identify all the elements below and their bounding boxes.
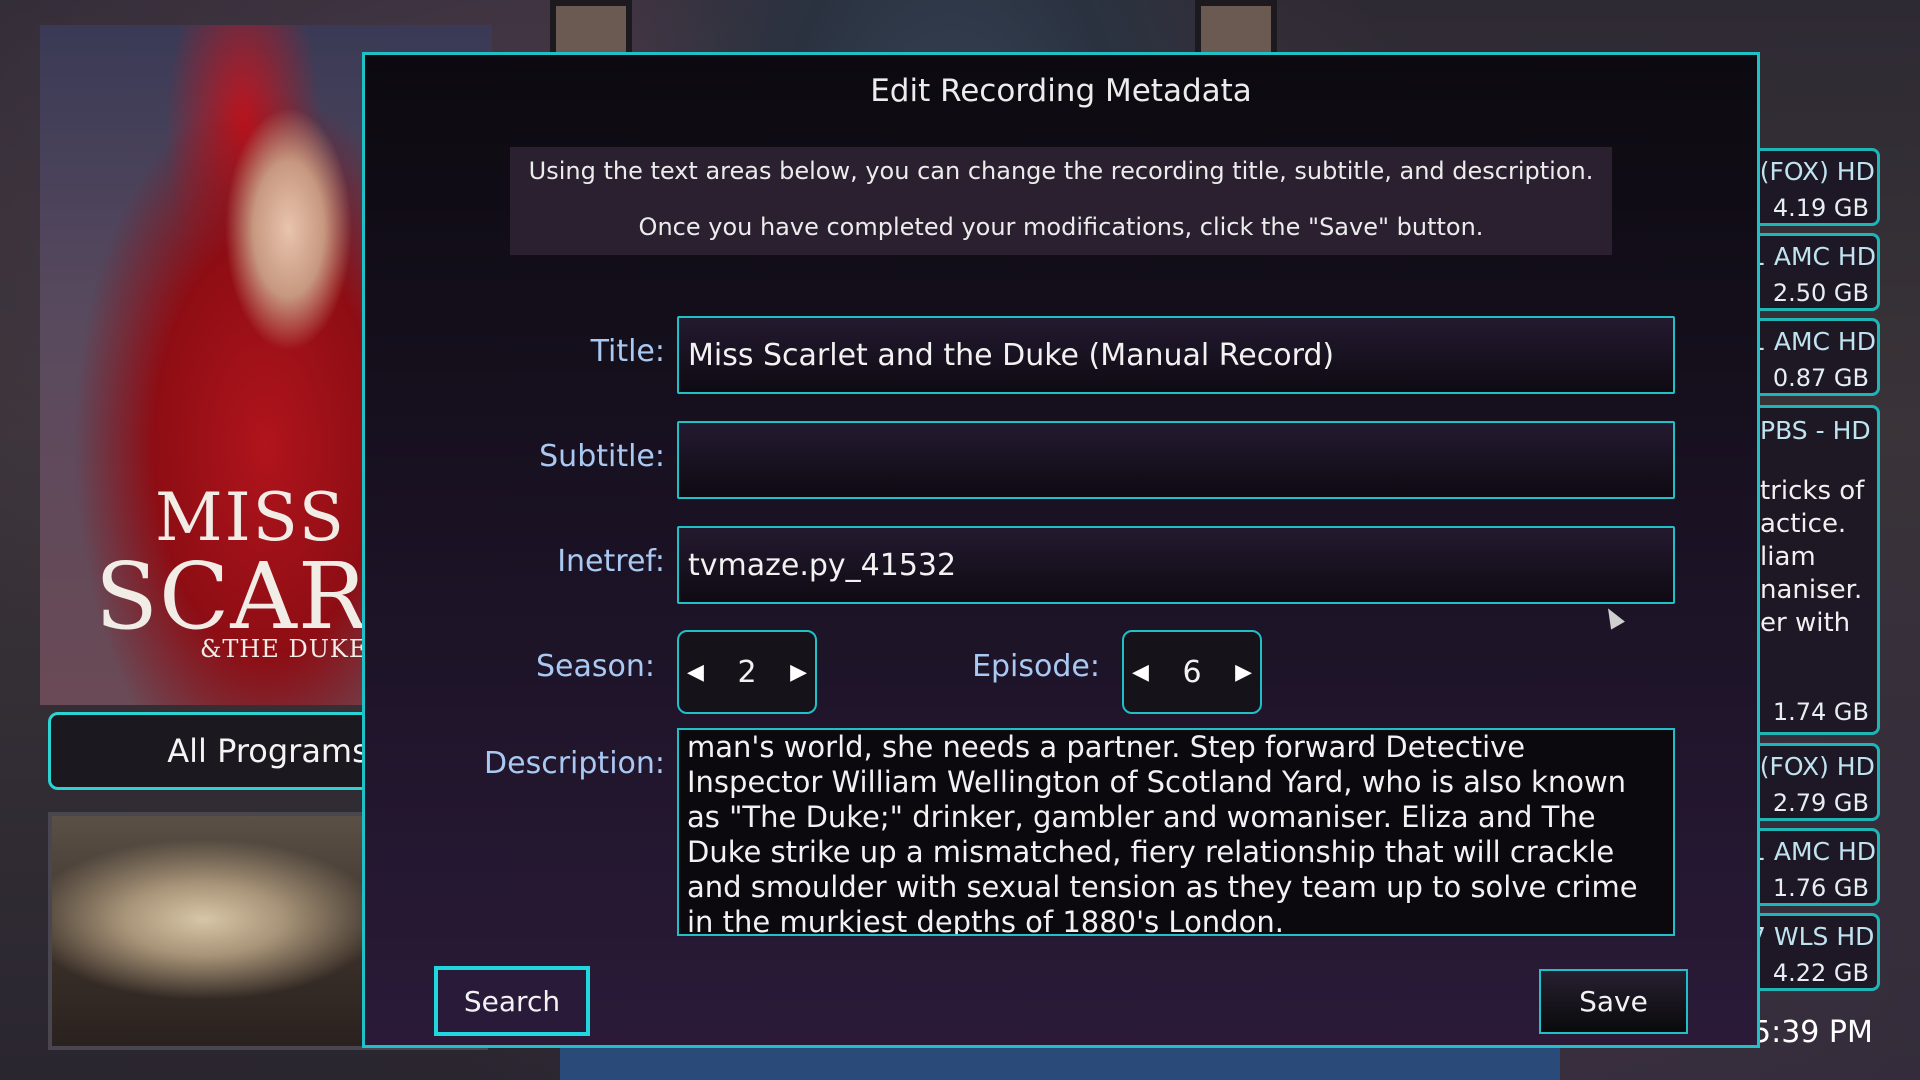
search-button[interactable]: Search bbox=[434, 966, 590, 1036]
recording-size: 1.74 GB bbox=[1772, 698, 1869, 726]
info-text: Once you have completed your modificatio… bbox=[638, 213, 1484, 241]
right-arrow-icon[interactable]: ▶ bbox=[1235, 660, 1252, 685]
mouse-cursor-icon bbox=[1601, 604, 1625, 630]
description-textarea[interactable]: man's world, she needs a partner. Step f… bbox=[677, 728, 1675, 936]
right-arrow-icon[interactable]: ▶ bbox=[790, 660, 807, 685]
inetref-input-value: tvmaze.py_41532 bbox=[688, 547, 957, 583]
clock: 5:39 PM bbox=[1752, 1015, 1873, 1050]
recording-item[interactable]: 1 AMC HD 0.87 GB bbox=[1750, 318, 1880, 396]
recording-channel: 1 AMC HD bbox=[1750, 327, 1876, 356]
recording-size: 2.50 GB bbox=[1772, 279, 1869, 307]
all-programs-label: All Programs bbox=[167, 732, 369, 770]
inetref-input[interactable]: tvmaze.py_41532 bbox=[677, 526, 1675, 604]
recording-channel: 7 WLS HD bbox=[1750, 922, 1875, 951]
recording-item-expanded[interactable]: PBS - HD tricks of actice. liam naniser.… bbox=[1750, 405, 1880, 735]
season-label: Season: bbox=[536, 649, 655, 684]
recording-desc-line: naniser. bbox=[1760, 575, 1863, 605]
search-button-label: Search bbox=[463, 984, 561, 1018]
description-label: Description: bbox=[484, 746, 665, 781]
episode-value: 6 bbox=[1182, 654, 1202, 690]
recording-size: 1.76 GB bbox=[1772, 874, 1869, 902]
save-button[interactable]: Save bbox=[1539, 969, 1688, 1034]
recording-desc-line: liam bbox=[1760, 542, 1816, 572]
info-text: Using the text areas below, you can chan… bbox=[528, 157, 1594, 185]
save-button-label: Save bbox=[1579, 985, 1648, 1018]
info-box: Using the text areas below, you can chan… bbox=[510, 147, 1612, 255]
season-spinner[interactable]: ◀ 2 ▶ bbox=[677, 630, 817, 714]
episode-spinner[interactable]: ◀ 6 ▶ bbox=[1122, 630, 1262, 714]
recording-size: 4.22 GB bbox=[1772, 959, 1869, 987]
dialog-title: Edit Recording Metadata bbox=[870, 73, 1252, 109]
recording-desc-line: er with bbox=[1760, 608, 1851, 638]
recording-item[interactable]: )(FOX) HD 4.19 GB bbox=[1750, 148, 1880, 226]
title-label: Title: bbox=[590, 334, 665, 369]
inetref-label: Inetref: bbox=[557, 544, 665, 579]
recording-channel: PBS - HD bbox=[1760, 416, 1871, 445]
subtitle-input[interactable] bbox=[677, 421, 1675, 499]
background-shape bbox=[560, 1045, 1560, 1080]
recording-size: 2.79 GB bbox=[1772, 789, 1869, 817]
recording-desc-line: actice. bbox=[1760, 509, 1847, 539]
recording-channel: 1 AMC HD bbox=[1750, 242, 1876, 271]
left-arrow-icon[interactable]: ◀ bbox=[687, 660, 704, 685]
recording-item[interactable]: )(FOX) HD 2.79 GB bbox=[1750, 743, 1880, 821]
edit-metadata-dialog: Edit Recording Metadata Using the text a… bbox=[362, 52, 1760, 1048]
recording-size: 4.19 GB bbox=[1772, 194, 1869, 222]
recording-channel: )(FOX) HD bbox=[1750, 752, 1875, 781]
recording-channel: 1 AMC HD bbox=[1750, 837, 1876, 866]
recording-item[interactable]: 7 WLS HD 4.22 GB bbox=[1750, 913, 1880, 991]
recording-channel: )(FOX) HD bbox=[1750, 157, 1875, 186]
title-input[interactable]: Miss Scarlet and the Duke (Manual Record… bbox=[677, 316, 1675, 394]
subtitle-label: Subtitle: bbox=[539, 439, 665, 474]
title-input-value: Miss Scarlet and the Duke (Manual Record… bbox=[688, 337, 1335, 373]
recording-item[interactable]: 1 AMC HD 2.50 GB bbox=[1750, 233, 1880, 311]
episode-label: Episode: bbox=[972, 649, 1100, 684]
recording-desc-line: tricks of bbox=[1760, 476, 1865, 506]
recording-item[interactable]: 1 AMC HD 1.76 GB bbox=[1750, 828, 1880, 906]
recording-size: 0.87 GB bbox=[1772, 364, 1869, 392]
description-value: man's world, she needs a partner. Step f… bbox=[687, 730, 1638, 936]
season-value: 2 bbox=[737, 654, 757, 690]
left-arrow-icon[interactable]: ◀ bbox=[1132, 660, 1149, 685]
